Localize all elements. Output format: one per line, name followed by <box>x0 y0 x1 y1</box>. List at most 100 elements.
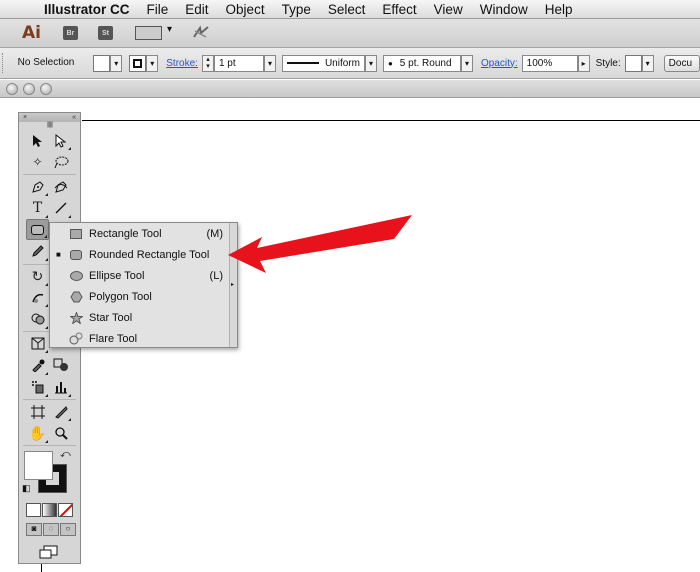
document-tab-strip <box>0 80 700 98</box>
artboard-tool-icon[interactable] <box>26 401 49 422</box>
graphic-style-swatch[interactable] <box>624 54 642 72</box>
flyout-item-label: Rectangle Tool <box>89 227 162 240</box>
window-close-button[interactable] <box>6 82 18 95</box>
red-arrow-annotation <box>222 215 417 284</box>
fill-color-box[interactable] <box>24 451 53 481</box>
bridge-button[interactable]: Br <box>62 26 78 40</box>
opacity-link[interactable]: Opacity: <box>481 58 518 69</box>
flyout-item-shortcut: (L) <box>209 269 223 282</box>
flyout-item-label: Star Tool <box>89 311 133 324</box>
graphic-style-dropdown-icon[interactable]: ▾ <box>641 54 654 72</box>
slice-tool-icon[interactable] <box>49 401 72 422</box>
ellipse-icon <box>69 270 83 282</box>
menu-bar: Illustrator CC File Edit Object Type Sel… <box>0 0 700 19</box>
stroke-weight-field[interactable]: 1 pt <box>213 54 264 72</box>
tools-panel-header[interactable]: × « <box>19 113 80 122</box>
magic-wand-tool-icon[interactable]: ✧ <box>26 152 49 173</box>
perspective-grid-tool-icon[interactable] <box>26 333 49 354</box>
flyout-item-label: Rounded Rectangle Tool <box>89 248 210 261</box>
screen-mode-icon[interactable] <box>39 545 59 559</box>
menu-object[interactable]: Object <box>226 2 265 17</box>
profile-dropdown-icon[interactable]: ▾ <box>364 54 377 72</box>
flyout-item-rectangle[interactable]: Rectangle Tool (M) <box>50 223 237 244</box>
brush-dropdown-icon[interactable]: ▾ <box>460 54 473 72</box>
polygon-icon <box>69 291 83 303</box>
flyout-item-star[interactable]: Star Tool <box>50 307 237 328</box>
gpu-performance-icon[interactable] <box>192 24 210 42</box>
profile-line-icon <box>286 62 319 64</box>
style-label: Style: <box>595 57 621 69</box>
menu-type[interactable]: Type <box>282 2 311 17</box>
stroke-link[interactable]: Stroke: <box>166 58 198 69</box>
panel-close-icon[interactable]: × <box>23 113 27 122</box>
draw-normal-button[interactable]: ◙ <box>26 523 42 537</box>
panel-grip[interactable]: |||||||||| <box>19 122 80 130</box>
arrange-documents-icon[interactable] <box>134 24 172 40</box>
menu-window[interactable]: Window <box>480 2 528 17</box>
line-segment-tool-icon[interactable] <box>49 198 72 219</box>
stroke-swatch[interactable] <box>129 54 147 72</box>
selection-tool-icon[interactable] <box>26 130 49 151</box>
rounded-rectangle-icon <box>69 249 83 261</box>
curvature-tool-icon[interactable] <box>49 176 72 197</box>
gradient-mode-button[interactable] <box>42 503 57 518</box>
menu-edit[interactable]: Edit <box>185 2 208 17</box>
opacity-arrow-icon[interactable]: ▸ <box>577 54 590 72</box>
hand-tool-icon[interactable]: ✋ <box>26 423 49 444</box>
artboard-edge-left <box>41 563 42 572</box>
artboard-edge <box>82 120 700 121</box>
document-setup-button[interactable]: Docu <box>663 54 700 72</box>
stroke-weight-stepper[interactable]: ▴ ▾ <box>201 54 214 72</box>
star-icon <box>69 311 83 324</box>
fill-stroke-area: ⤺ ◧ <box>19 447 80 499</box>
symbol-sprayer-tool-icon[interactable] <box>26 377 49 398</box>
pencil-tool-icon[interactable] <box>26 241 49 262</box>
menu-help[interactable]: Help <box>545 2 573 17</box>
menu-select[interactable]: Select <box>328 2 366 17</box>
default-fill-stroke-icon[interactable]: ◧ <box>22 483 31 494</box>
color-mode-button[interactable] <box>26 503 41 518</box>
rectangle-icon <box>69 228 83 240</box>
panel-collapse-icon[interactable]: « <box>72 113 76 122</box>
rounded-rectangle-tool-icon[interactable] <box>26 219 49 241</box>
control-bar-grip[interactable] <box>2 53 6 73</box>
pen-tool-icon[interactable] <box>26 176 49 197</box>
fill-dropdown-icon[interactable]: ▾ <box>110 54 123 72</box>
rotate-tool-icon[interactable]: ↻ <box>26 266 49 287</box>
window-zoom-button[interactable] <box>40 82 52 95</box>
stroke-dropdown-icon[interactable]: ▾ <box>146 54 159 72</box>
zoom-tool-icon[interactable] <box>49 423 72 444</box>
opacity-field[interactable]: 100% <box>521 54 578 72</box>
shape-builder-tool-icon[interactable] <box>26 309 49 330</box>
stroke-weight-dropdown-icon[interactable]: ▾ <box>263 54 276 72</box>
shape-tools-flyout: Rectangle Tool (M) ■ Rounded Rectangle T… <box>49 222 238 348</box>
brush-dot-icon: ● <box>387 58 393 68</box>
direct-selection-tool-icon[interactable] <box>49 130 72 151</box>
draw-inside-button[interactable]: ○ <box>60 523 76 537</box>
warp-tool-icon[interactable] <box>26 287 49 308</box>
window-minimize-button[interactable] <box>23 82 35 95</box>
draw-behind-button[interactable]: ◌ <box>43 523 59 537</box>
swap-fill-stroke-icon[interactable]: ⤺ <box>60 449 71 460</box>
type-tool-icon[interactable]: T <box>26 198 49 219</box>
menu-file[interactable]: File <box>147 2 169 17</box>
flyout-item-flare[interactable]: Flare Tool <box>50 328 237 349</box>
blend-tool-icon[interactable] <box>49 355 72 376</box>
variable-width-profile[interactable]: Uniform <box>281 54 365 72</box>
control-bar: No Selection ▾ ▾ Stroke: ▴ ▾ 1 pt ▾ Unifo… <box>0 48 700 79</box>
eyedropper-tool-icon[interactable] <box>26 355 49 376</box>
none-mode-button[interactable] <box>58 503 73 518</box>
flyout-item-rounded-rectangle[interactable]: ■ Rounded Rectangle Tool <box>50 244 237 265</box>
lasso-tool-icon[interactable] <box>49 152 72 173</box>
stock-button[interactable]: St <box>97 26 113 40</box>
app-name-menu[interactable]: Illustrator CC <box>44 2 130 17</box>
flyout-item-label: Ellipse Tool <box>89 269 145 282</box>
brush-definition[interactable]: ● 5 pt. Round <box>382 54 461 72</box>
menu-view[interactable]: View <box>434 2 463 17</box>
flyout-item-ellipse[interactable]: Ellipse Tool (L) <box>50 265 237 286</box>
fill-swatch[interactable] <box>93 54 111 72</box>
column-graph-tool-icon[interactable] <box>49 377 72 398</box>
brush-label: 5 pt. Round <box>399 57 452 69</box>
menu-effect[interactable]: Effect <box>382 2 416 17</box>
flyout-item-polygon[interactable]: Polygon Tool <box>50 286 237 307</box>
